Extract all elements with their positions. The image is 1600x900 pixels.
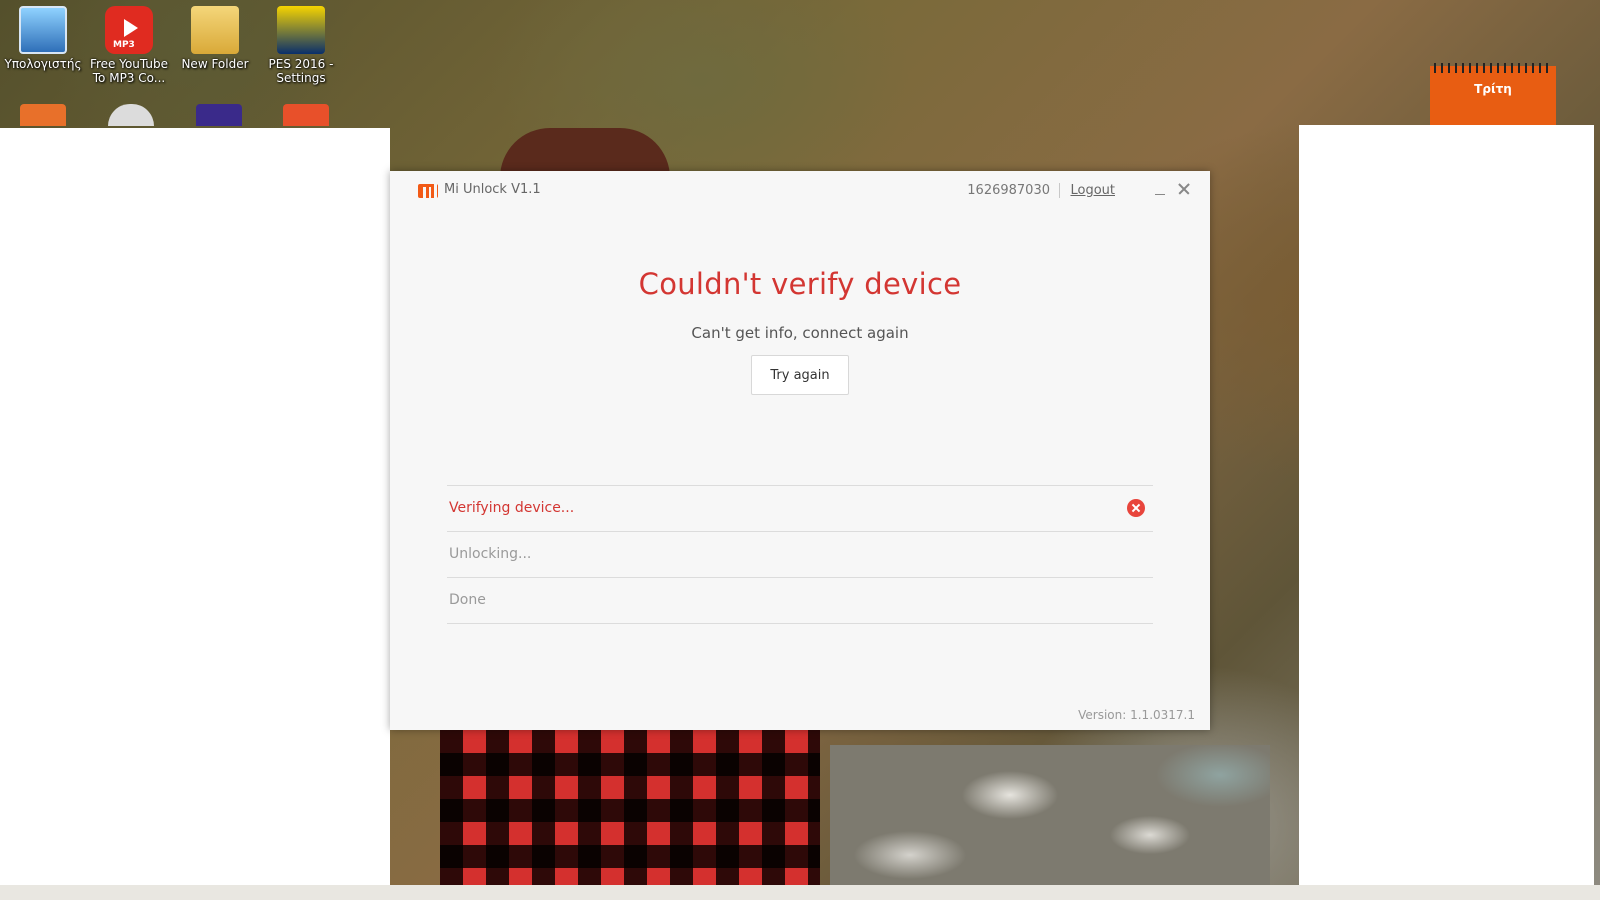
desktop-icon-label: New Folder: [181, 57, 249, 71]
desktop-icon-partial-4[interactable]: [283, 104, 329, 126]
desktop-icon-new-folder[interactable]: New Folder: [172, 0, 258, 71]
account-id: 1626987030: [967, 183, 1050, 198]
calendar-gadget[interactable]: Τρίτη: [1430, 63, 1556, 126]
window-titlebar[interactable]: Mi Unlock V1.1 1626987030 Logout: [390, 171, 1210, 211]
folder-icon: [191, 6, 239, 54]
blank-panel-left: [0, 128, 390, 885]
desktop-icon-computer[interactable]: Υπολογιστής: [0, 0, 86, 71]
pes-icon: [277, 6, 325, 54]
desktop-icon-label: PES 2016 - Settings: [268, 57, 334, 85]
mi-unlock-window: Mi Unlock V1.1 1626987030 Logout Couldn'…: [390, 171, 1210, 730]
minimize-icon[interactable]: [1152, 181, 1168, 197]
youtube-mp3-icon: MP3: [105, 6, 153, 54]
step-verifying: Verifying device...: [447, 486, 1153, 532]
step-label: Done: [449, 592, 486, 608]
app-title: Mi Unlock V1.1: [444, 182, 541, 197]
try-again-button[interactable]: Try again: [751, 355, 849, 395]
computer-icon: [19, 6, 67, 54]
mp3-badge: MP3: [113, 40, 135, 50]
desktop-icon-pes-2016[interactable]: PES 2016 - Settings: [258, 0, 344, 85]
taskbar-edge: [0, 885, 1600, 900]
error-title: Couldn't verify device: [638, 267, 962, 301]
wallpaper-plaid-shirt: [440, 730, 820, 900]
step-label: Verifying device...: [449, 500, 575, 516]
titlebar-divider: [1059, 183, 1060, 198]
step-done: Done: [447, 578, 1153, 624]
wallpaper-rocks: [830, 745, 1270, 900]
mi-logo-icon: [418, 184, 438, 198]
version-label: Version: 1.1.0317.1: [1078, 708, 1195, 722]
calendar-icon: [1434, 63, 1552, 73]
logout-link[interactable]: Logout: [1070, 183, 1115, 198]
error-subtitle: Can't get info, connect again: [691, 324, 909, 342]
desktop-icon-label: Free YouTube To MP3 Co...: [89, 57, 169, 85]
step-unlocking: Unlocking...: [447, 532, 1153, 578]
error-circle-icon: [1127, 499, 1145, 517]
desktop-icon-label: Υπολογιστής: [4, 57, 82, 71]
progress-steps: Verifying device... Unlocking... Done: [447, 485, 1153, 624]
step-label: Unlocking...: [449, 546, 532, 562]
desktop-icon-youtube-mp3[interactable]: MP3 Free YouTube To MP3 Co...: [86, 0, 172, 85]
calendar-day: Τρίτη: [1474, 82, 1512, 96]
desktop-icon-partial-1[interactable]: [20, 104, 66, 126]
desktop-icon-partial-3[interactable]: [196, 104, 242, 126]
blank-panel-right: [1299, 125, 1594, 885]
close-icon[interactable]: [1176, 181, 1192, 197]
